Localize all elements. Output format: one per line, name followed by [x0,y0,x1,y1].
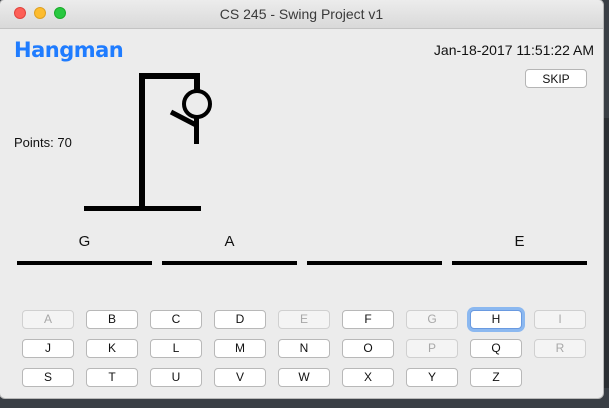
word-slot-letter: A [224,233,235,250]
letter-key-z[interactable]: Z [470,368,522,387]
letter-key-b[interactable]: B [86,310,138,329]
word-slot-underline [307,261,442,265]
desktop-background [603,118,609,388]
letter-key-a: A [22,310,74,329]
letter-key-x[interactable]: X [342,368,394,387]
letter-key-m[interactable]: M [214,339,266,358]
letter-key-k[interactable]: K [86,339,138,358]
letter-key-h[interactable]: H [470,310,522,329]
hangman-drawing [84,73,212,211]
word-slot-underline [162,261,297,265]
word-slot-letter: E [514,233,525,250]
gallows-post [139,73,145,209]
letter-key-c[interactable]: C [150,310,202,329]
letter-key-e: E [278,310,330,329]
word-slot-letter: G [78,233,91,250]
letter-key-d[interactable]: D [214,310,266,329]
letter-key-r: R [534,339,586,358]
letter-key-p: P [406,339,458,358]
letter-key-w[interactable]: W [278,368,330,387]
letter-key-i: I [534,310,586,329]
letter-key-g: G [406,310,458,329]
hangman-body [194,117,199,144]
letter-key-t[interactable]: T [86,368,138,387]
letter-key-n[interactable]: N [278,339,330,358]
letter-key-l[interactable]: L [150,339,202,358]
word-slot-underline [17,261,152,265]
letter-key-s[interactable]: S [22,368,74,387]
letter-key-v[interactable]: V [214,368,266,387]
letter-key-o[interactable]: O [342,339,394,358]
letter-key-j[interactable]: J [22,339,74,358]
gallows-beam [139,73,200,79]
app-window: CS 245 - Swing Project v1 Hangman Jan-18… [0,0,603,398]
word-slot-underline [452,261,587,265]
letter-key-q[interactable]: Q [470,339,522,358]
letter-key-y[interactable]: Y [406,368,458,387]
letter-key-f[interactable]: F [342,310,394,329]
letter-key-u[interactable]: U [150,368,202,387]
hangman-head [182,89,212,119]
